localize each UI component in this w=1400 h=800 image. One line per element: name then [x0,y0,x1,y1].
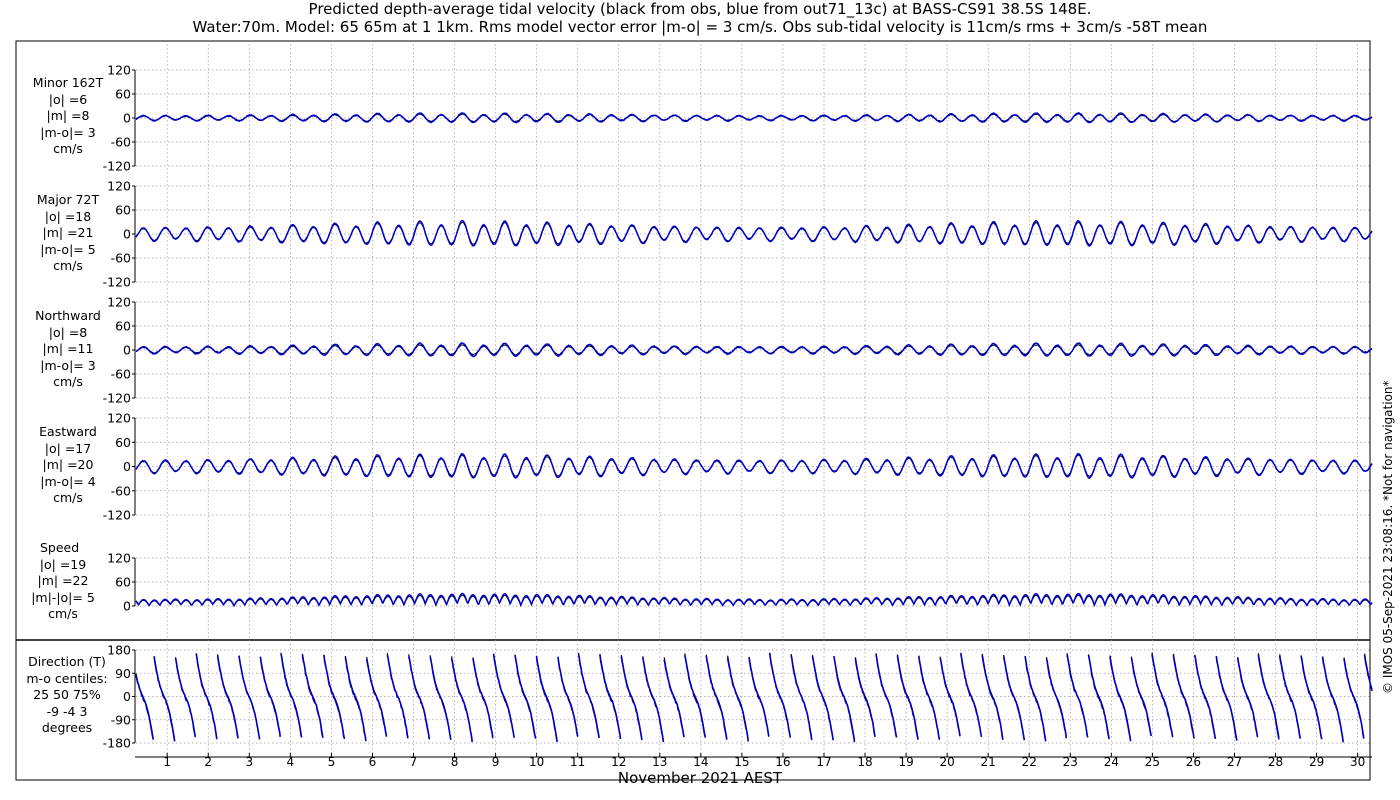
label-line: |m| =11 [42,341,94,356]
y-tick-label: -120 [103,159,131,174]
series-line-model [135,219,1373,247]
label-line: |o| =19 [39,556,87,572]
label-line: |o| =17 [44,440,92,456]
y-tick-label: 0 [123,689,131,704]
label-line: |m-o|= 5 [40,241,96,257]
tidal-velocity-chart: 120600-60-120120600-60-120120600-60-1201… [15,40,1373,781]
label-line: -9 -4 3 [46,703,88,719]
y-tick-label: 0 [123,599,131,614]
panel-label-major: Major 72T |o| =18 |m| =21 |m-o|= 5 cm/s [18,192,118,275]
label-line: 25 50 75% [33,687,101,702]
label-line: |m-o|= 3 [40,124,96,140]
panel-speed: 120600 [107,551,1373,614]
panel-minor: 120600-60-120 [103,63,1373,174]
label-line: cm/s [53,374,83,389]
y-tick-label: 0 [123,343,131,358]
panel-eastward: 120600-60-120 [103,411,1373,523]
label-line: |m| =22 [37,573,89,588]
panel-label-direction: Direction (T) m-o centiles: 25 50 75% -9… [12,654,122,737]
y-tick-label: 0 [123,459,131,474]
chart-title-line-1: Predicted depth-average tidal velocity (… [308,0,1092,18]
y-tick-label: 0 [123,227,131,242]
label-line: cm/s [48,606,78,621]
label-line: Speed [40,540,80,555]
label-line: |m| =21 [42,225,94,240]
y-tick-label: 0 [123,111,131,126]
label-line: Direction (T) [28,654,106,669]
series-line-model [135,452,1373,480]
label-line: |o| =8 [48,324,88,340]
label-line: |m| =20 [42,457,94,472]
chart-title-line-2: Water:70m. Model: 65 65m at 1 1km. Rms m… [192,18,1208,36]
label-line: degrees [41,720,93,735]
panel-label-speed: Speed |o| =19 |m| =22 |m|-|o|= 5 cm/s [8,540,118,623]
label-line: |o| =6 [48,91,88,107]
panel-label-minor: Minor 162T |o| =6 |m| =8 |m-o|= 3 cm/s [18,75,118,158]
label-line: Northward [35,308,101,323]
day-gridlines [166,44,1358,757]
copyright-notice: © IMOS 05-Sep-2021 23:08:16. *Not for na… [1381,380,1395,694]
series-line-model [135,652,1373,743]
y-tick-label: -180 [103,736,131,751]
panel-label-eastward: Eastward |o| =17 |m| =20 |m-o|= 4 cm/s [18,424,118,507]
label-line: m-o centiles: [26,670,108,686]
y-tick-label: -120 [103,391,131,406]
label-line: cm/s [53,258,83,273]
label-line: |o| =18 [44,208,92,224]
label-line: cm/s [53,141,83,156]
panel-northward: 120600-60-120 [103,295,1373,406]
x-axis-ticks: 1 2 3 4 5 6 7 8 9 10 11 12 13 14 15 16 17 18 19 20 21 22 23 24 2… [163,753,1365,769]
y-tick-label: -120 [103,508,131,523]
panel-label-northward: Northward |o| =8 |m| =11 |m-o|= 3 cm/s [18,308,118,391]
label-line: cm/s [53,490,83,505]
panel-major: 120600-60-120 [103,179,1373,290]
label-line: |m-o|= 3 [40,357,96,373]
label-line: Minor 162T [32,75,104,90]
label-line: Eastward [39,424,97,439]
panel-direction: 180900-90-180 [103,643,1373,751]
label-line: |m|-|o|= 5 [31,589,95,605]
label-line: Major 72T [36,192,100,207]
label-line: |m| =8 [46,108,90,123]
x-axis-label: November 2021 AEST [617,769,783,787]
label-line: |m-o|= 4 [40,473,96,489]
y-tick-label: -120 [103,275,131,290]
